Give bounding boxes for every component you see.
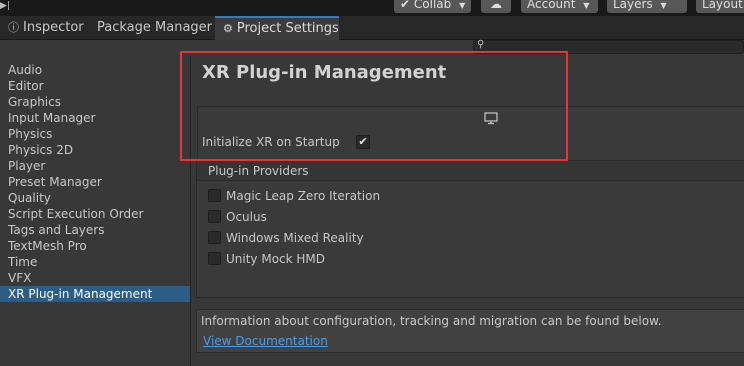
monitor-icon[interactable]: [484, 111, 498, 125]
layout-label: Layout: [702, 0, 743, 11]
provider-label: Unity Mock HMD: [226, 252, 326, 266]
chevron-down-icon: ▼: [660, 1, 667, 10]
sidebar-item-tags-and-layers[interactable]: Tags and Layers: [0, 222, 190, 238]
settings-content: XR Plug-in Management Initialize XR on S…: [192, 56, 744, 366]
collab-dropdown[interactable]: ✔ Collab ▼: [394, 0, 471, 13]
step-icon[interactable]: ▶|: [0, 0, 10, 14]
sidebar-item-preset-manager[interactable]: Preset Manager: [0, 174, 190, 190]
layers-label: Layers: [613, 0, 653, 11]
gear-icon: ⚙: [223, 22, 233, 35]
layout-dropdown[interactable]: Layout: [696, 0, 744, 13]
provider-label: Windows Mixed Reality: [226, 231, 364, 245]
plugin-providers-panel: Plug-in Providers Magic Leap Zero Iterat…: [196, 160, 744, 298]
tab-label: Inspector: [23, 20, 84, 35]
sidebar-item-editor[interactable]: Editor: [0, 78, 190, 94]
account-label: Account: [527, 0, 576, 11]
provider-checkbox[interactable]: [208, 252, 221, 265]
sidebar-item-time[interactable]: Time: [0, 254, 190, 270]
info-text: Information about configuration, trackin…: [201, 314, 662, 328]
sidebar-item-input-manager[interactable]: Input Manager: [0, 110, 190, 126]
search-icon: ⚲: [477, 39, 485, 50]
tab-bar: ⓘ Inspector Package Manager ⚙ Project Sett…: [0, 16, 744, 40]
settings-sidebar: Audio Editor Graphics Input Manager Phys…: [0, 56, 191, 366]
provider-checkbox[interactable]: [208, 231, 221, 244]
info-box: Information about configuration, trackin…: [196, 309, 744, 353]
cloud-icon: ☁: [490, 0, 502, 11]
page-title: XR Plug-in Management: [202, 62, 447, 83]
tab-package-manager[interactable]: Package Manager: [97, 16, 214, 40]
account-dropdown[interactable]: Account ▼: [521, 0, 598, 13]
provider-label: Magic Leap Zero Iteration: [226, 189, 381, 203]
unity-editor-window: ▶| ✔ Collab ▼ ☁ Account ▼ Layers ▼ Layou…: [0, 0, 744, 366]
view-documentation-link[interactable]: View Documentation: [203, 334, 328, 348]
sidebar-item-xr-plugin-management[interactable]: XR Plug-in Management: [0, 286, 190, 302]
sidebar-item-player[interactable]: Player: [0, 158, 190, 174]
sidebar-item-textmesh-pro[interactable]: TextMesh Pro: [0, 238, 190, 254]
initialize-xr-label: Initialize XR on Startup: [202, 135, 340, 149]
sidebar-item-script-execution-order[interactable]: Script Execution Order: [0, 206, 190, 222]
plugin-providers-title: Plug-in Providers: [208, 164, 309, 178]
sidebar-item-vfx[interactable]: VFX: [0, 270, 190, 286]
provider-label: Oculus: [226, 210, 267, 224]
sidebar-item-quality[interactable]: Quality: [0, 190, 190, 206]
tab-label: Package Manager: [97, 20, 213, 35]
sidebar-item-graphics[interactable]: Graphics: [0, 94, 190, 110]
tab-inspector[interactable]: ⓘ Inspector: [8, 16, 94, 40]
sidebar-item-audio[interactable]: Audio: [0, 62, 190, 78]
collab-label: Collab: [413, 0, 452, 11]
collab-icon: ✔: [400, 0, 411, 11]
plugin-providers-header: Plug-in Providers: [197, 161, 744, 181]
search-input[interactable]: ⚲: [473, 39, 744, 54]
sidebar-item-physics[interactable]: Physics: [0, 126, 190, 142]
tab-project-settings[interactable]: ⚙ Project Settings: [215, 16, 339, 40]
initialize-xr-checkbox[interactable]: ✔: [356, 135, 370, 149]
sidebar-item-physics-2d[interactable]: Physics 2D: [0, 142, 190, 158]
tab-label: Project Settings: [236, 21, 339, 36]
chevron-down-icon: ▼: [583, 1, 590, 10]
provider-checkbox[interactable]: [208, 210, 221, 223]
chevron-down-icon: ▼: [459, 1, 466, 10]
info-icon: ⓘ: [8, 21, 19, 34]
cloud-button[interactable]: ☁: [481, 0, 511, 13]
top-toolbar: ▶| ✔ Collab ▼ ☁ Account ▼ Layers ▼ Layou…: [0, 0, 744, 16]
layers-dropdown[interactable]: Layers ▼: [607, 0, 687, 13]
provider-checkbox[interactable]: [208, 189, 221, 202]
